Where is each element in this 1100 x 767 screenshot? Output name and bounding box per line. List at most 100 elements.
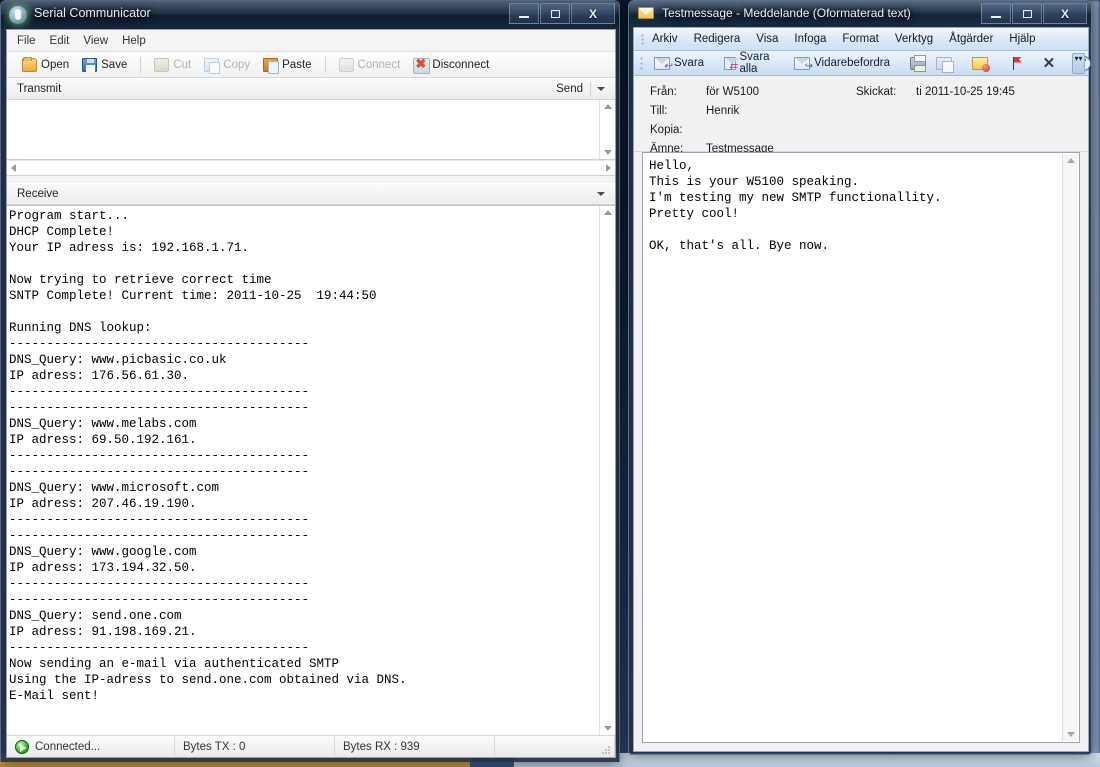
mail-close-icon[interactable]: X	[1043, 3, 1087, 24]
serial-window-title: Serial Communicator	[34, 6, 151, 20]
serial-menubar[interactable]: File Edit View Help	[7, 30, 615, 52]
delete-icon: ✕	[1042, 57, 1056, 70]
scroll-right-icon[interactable]	[606, 164, 611, 172]
connected-led-icon	[15, 740, 29, 754]
scroll-left-icon[interactable]	[11, 164, 16, 172]
plug-disconnect-icon	[413, 58, 428, 72]
reply-all-button[interactable]: ⇇ Svara alla	[720, 50, 778, 76]
transmit-horizontal-scrollbar[interactable]	[7, 160, 615, 176]
serial-client-area: File Edit View Help Open Save Cut Copy	[6, 29, 616, 758]
copy-icon	[204, 58, 219, 72]
mail-body-text: Hello, This is your W5100 speaking. I'm …	[649, 158, 1059, 738]
send-separator	[590, 82, 591, 96]
menu-item-help[interactable]: Help	[122, 35, 146, 47]
send-button[interactable]: Send	[556, 83, 590, 95]
chevron-down-icon[interactable]	[597, 87, 605, 91]
forward-icon: ↪	[794, 57, 810, 70]
menu-item-view[interactable]: View	[83, 35, 108, 47]
menu-item-verktyg[interactable]: Verktyg	[895, 33, 933, 45]
mail-scroll-up-icon[interactable]	[1067, 158, 1075, 163]
mail-row-cc: Kopia:	[634, 124, 1088, 143]
mail-client-area: Arkiv Redigera Visa Infoga Format Verkty…	[633, 27, 1089, 752]
mail-vertical-scrollbar[interactable]	[1062, 154, 1078, 741]
minimize-icon[interactable]	[509, 3, 539, 24]
menu-item-edit[interactable]: Edit	[50, 35, 70, 47]
menu-item-format[interactable]: Format	[842, 33, 878, 45]
mail-titlebar[interactable]: Testmessage - Meddelande (Oformaterad te…	[629, 1, 1091, 27]
mail-row-to: Till: Henrik	[634, 105, 1088, 124]
disconnect-button[interactable]: Disconnect	[408, 57, 494, 73]
scroll-down-icon-receive[interactable]	[604, 726, 612, 731]
menu-item-file[interactable]: File	[17, 35, 36, 47]
move-to-folder-button[interactable]	[968, 56, 992, 71]
mail-maximize-icon[interactable]	[1012, 3, 1042, 24]
from-label: Från:	[634, 86, 706, 98]
scroll-up-icon-receive[interactable]	[604, 210, 612, 215]
toolbar-grip-icon[interactable]	[640, 57, 643, 70]
print-icon	[910, 57, 926, 70]
floppy-disk-icon	[82, 58, 97, 72]
mail-message-window[interactable]: Testmessage - Meddelande (Oformaterad te…	[628, 0, 1092, 755]
reply-all-icon: ⇇	[724, 57, 735, 70]
mail-minimize-icon[interactable]	[981, 3, 1011, 24]
copy-button: Copy	[199, 57, 255, 73]
mail-row-from: Från: för W5100 Skickat: ti 2011-10-25 1…	[634, 86, 1088, 105]
connect-button-label: Connect	[358, 59, 401, 71]
toolbar-separator	[140, 57, 141, 73]
transmit-area[interactable]	[7, 100, 615, 160]
paste-button-label: Paste	[282, 59, 311, 71]
close-icon[interactable]: X	[571, 3, 615, 24]
scissors-icon	[154, 58, 169, 72]
forward-button[interactable]: ↪ Vidarebefordra	[790, 56, 894, 71]
serial-toolbar[interactable]: Open Save Cut Copy Paste Connec	[7, 52, 615, 78]
menu-item-visa[interactable]: Visa	[756, 33, 778, 45]
reply-button[interactable]: ↩ Svara	[650, 56, 708, 71]
cut-button: Cut	[149, 57, 196, 73]
move-to-folder-icon	[972, 57, 988, 70]
open-button-label: Open	[41, 59, 69, 71]
save-button[interactable]: Save	[77, 57, 132, 73]
transmit-vertical-scrollbar[interactable]	[599, 100, 615, 159]
serial-communicator-window[interactable]: Serial Communicator X File Edit View Hel…	[0, 0, 620, 762]
reply-all-button-label: Svara alla	[740, 51, 775, 75]
open-button[interactable]: Open	[17, 57, 74, 73]
serial-statusbar: Connected... Bytes TX : 0 Bytes RX : 939	[7, 735, 615, 757]
menu-item-redigera[interactable]: Redigera	[694, 33, 741, 45]
receive-area[interactable]: Program start... DHCP Complete! Your IP …	[7, 205, 615, 735]
toolbar-overflow-icon[interactable]: ▾▾	[1072, 53, 1085, 74]
cc-label: Kopia:	[634, 124, 706, 136]
maximize-icon[interactable]	[540, 3, 570, 24]
menu-item-arkiv[interactable]: Arkiv	[652, 33, 678, 45]
mail-toolbar[interactable]: ↩ Svara ⇇ Svara alla ↪ Vidarebefordra	[634, 51, 1088, 76]
menu-grip-icon[interactable]	[641, 34, 644, 45]
mail-window-controls[interactable]: X	[980, 3, 1087, 24]
flag-button[interactable]	[1004, 56, 1026, 71]
receive-vertical-scrollbar[interactable]	[599, 206, 615, 735]
mail-menubar[interactable]: Arkiv Redigera Visa Infoga Format Verkty…	[634, 28, 1088, 51]
delete-button[interactable]: ✕	[1038, 56, 1060, 71]
menu-item-hjalp[interactable]: Hjälp	[1009, 33, 1035, 45]
status-bytes-tx: Bytes TX : 0	[175, 736, 335, 757]
scroll-up-icon[interactable]	[604, 104, 612, 109]
serial-window-controls[interactable]: X	[508, 3, 615, 24]
app-icon	[9, 6, 27, 24]
transmit-input[interactable]	[8, 101, 599, 159]
mail-headers: Från: för W5100 Skickat: ti 2011-10-25 1…	[634, 76, 1088, 152]
serial-titlebar[interactable]: Serial Communicator X	[1, 1, 619, 29]
mail-body-panel[interactable]: Hello, This is your W5100 speaking. I'm …	[642, 152, 1080, 743]
mail-scroll-down-icon[interactable]	[1067, 732, 1075, 737]
paste-button[interactable]: Paste	[258, 57, 316, 73]
print-button[interactable]	[906, 56, 930, 71]
scroll-down-icon[interactable]	[604, 150, 612, 155]
copy-button-mail[interactable]	[932, 56, 956, 71]
save-button-label: Save	[101, 59, 127, 71]
menu-item-atgarder[interactable]: Åtgärder	[949, 33, 993, 45]
mail-window-title: Testmessage - Meddelande (Oformaterad te…	[662, 6, 911, 20]
menu-item-infoga[interactable]: Infoga	[794, 33, 826, 45]
reply-button-label: Svara	[674, 57, 704, 69]
resize-grip-icon[interactable]	[601, 745, 611, 755]
transmit-label: Transmit	[17, 83, 61, 95]
toolbar-separator-2	[325, 57, 326, 73]
chevron-down-icon-receive[interactable]	[597, 192, 605, 196]
mail-body-container: Hello, This is your W5100 speaking. I'm …	[634, 152, 1088, 751]
